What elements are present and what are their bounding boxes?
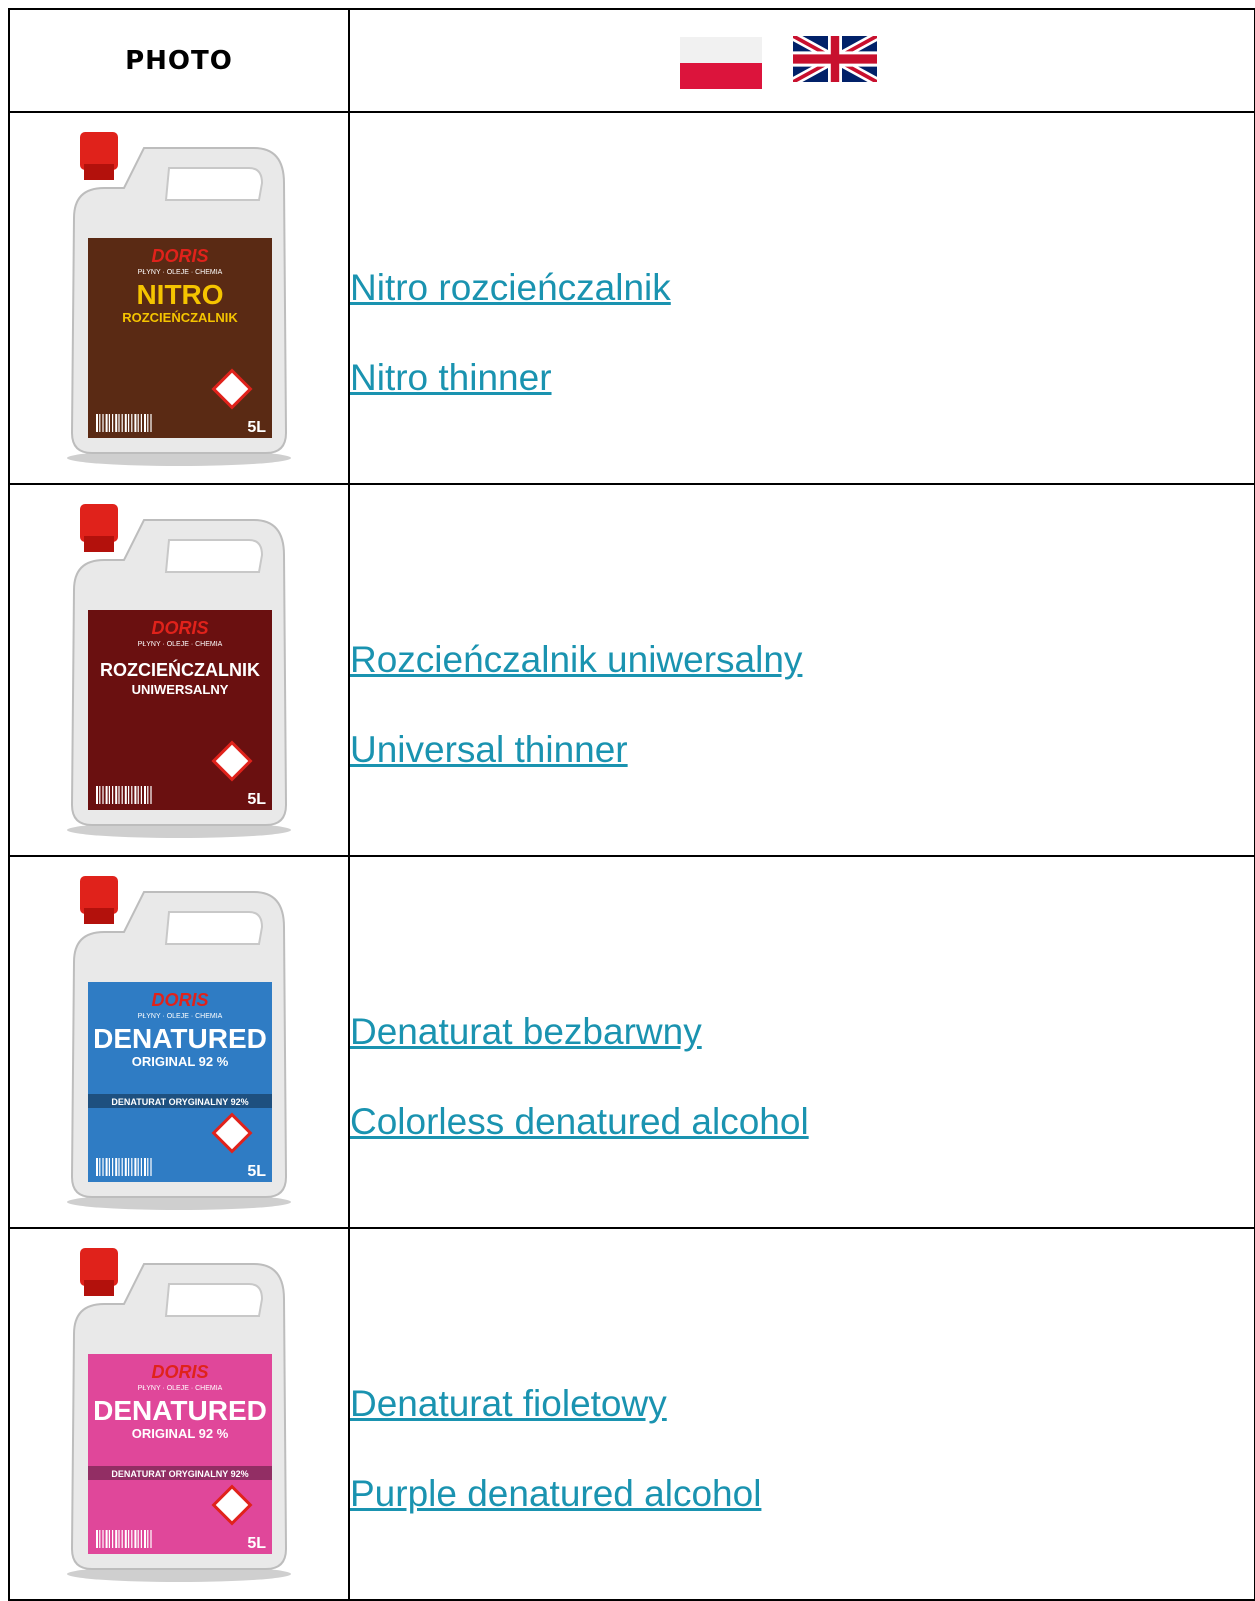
language-flags-header <box>348 8 1255 113</box>
label-tagline: PŁYNY · OLEJE · CHEMIA <box>138 641 223 648</box>
product-photo-cell: DORIS PŁYNY · OLEJE · CHEMIA DENATURED ORIG… <box>8 855 350 1229</box>
product-link-polish[interactable]: Denaturat bezbarwny <box>350 1011 1254 1054</box>
product-photo-cell: DORIS PŁYNY · OLEJE · CHEMIA DENATURED ORIG… <box>8 1227 350 1601</box>
product-row: DORIS PŁYNY · OLEJE · CHEMIA ROZCIEŃCZALNI… <box>8 483 1255 857</box>
label-title: DENATURED <box>93 1023 267 1054</box>
label-volume: 5L <box>247 419 266 436</box>
label-title: NITRO <box>136 279 223 310</box>
label-tagline: PŁYNY · OLEJE · CHEMIA <box>138 1385 223 1392</box>
product-canister-image: DORIS PŁYNY · OLEJE · CHEMIA ROZCIEŃCZALNI… <box>67 504 291 838</box>
product-canister-image: DORIS PŁYNY · OLEJE · CHEMIA NITROROZCIEŃC… <box>67 132 291 466</box>
header-row: PHOTO <box>8 8 1255 113</box>
product-names-cell: Nitro rozcieńczalnik Nitro thinner <box>348 111 1255 485</box>
label-brand: DORIS <box>151 246 208 266</box>
label-subtitle: ROZCIEŃCZALNIK <box>122 310 238 325</box>
product-link-polish[interactable]: Denaturat fioletowy <box>350 1383 1254 1426</box>
label-volume: 5L <box>247 791 266 808</box>
product-names-cell: Denaturat bezbarwny Colorless denatured a… <box>348 855 1255 1229</box>
product-link-english[interactable]: Purple denatured alcohol <box>350 1473 1254 1516</box>
label-brand: DORIS <box>151 1362 208 1382</box>
product-row: DORIS PŁYNY · OLEJE · CHEMIA NITRO ROZCIEŃC… <box>8 111 1255 485</box>
uk-flag-icon <box>793 36 877 82</box>
product-link-english[interactable]: Nitro thinner <box>350 357 1254 400</box>
label-subtitle: ORIGINAL 92 % <box>132 1054 229 1069</box>
label-band: DENATURAT ORYGINALNY 92% <box>111 1469 248 1479</box>
product-canister-image: DORIS PŁYNY · OLEJE · CHEMIA DENATUREDORIG… <box>67 876 291 1210</box>
label-subtitle: ORIGINAL 92 % <box>132 1426 229 1441</box>
product-names-cell: Denaturat fioletowy Purple denatured alco… <box>348 1227 1255 1601</box>
label-tagline: PŁYNY · OLEJE · CHEMIA <box>138 269 223 276</box>
label-brand: DORIS <box>151 618 208 638</box>
product-row: DORIS PŁYNY · OLEJE · CHEMIA DENATURED ORIG… <box>8 1227 1255 1601</box>
label-volume: 5L <box>247 1535 266 1552</box>
product-link-polish[interactable]: Nitro rozcieńczalnik <box>350 267 1254 310</box>
label-title: ROZCIEŃCZALNIK <box>100 659 260 680</box>
label-tagline: PŁYNY · OLEJE · CHEMIA <box>138 1013 223 1020</box>
product-photo-cell: DORIS PŁYNY · OLEJE · CHEMIA ROZCIEŃCZALNI… <box>8 483 350 857</box>
label-title: DENATURED <box>93 1395 267 1426</box>
label-subtitle: UNIWERSALNY <box>132 682 229 697</box>
label-brand: DORIS <box>151 990 208 1010</box>
product-link-polish[interactable]: Rozcieńczalnik uniwersalny <box>350 639 1254 682</box>
product-names-cell: Rozcieńczalnik uniwersalny Universal thin… <box>348 483 1255 857</box>
products-table: PHOTO DORIS PŁYNY · OLEJE · CHEMIA NITRO RO… <box>8 8 1255 1601</box>
product-photo-cell: DORIS PŁYNY · OLEJE · CHEMIA NITRO ROZCIEŃC… <box>8 111 350 485</box>
product-row: DORIS PŁYNY · OLEJE · CHEMIA DENATURED ORIG… <box>8 855 1255 1229</box>
label-band: DENATURAT ORYGINALNY 92% <box>111 1097 248 1107</box>
photo-column-header: PHOTO <box>8 8 350 113</box>
product-canister-image: DORIS PŁYNY · OLEJE · CHEMIA DENATUREDORIG… <box>67 1248 291 1582</box>
poland-flag-icon <box>680 37 762 89</box>
label-volume: 5L <box>247 1163 266 1180</box>
product-link-english[interactable]: Universal thinner <box>350 729 1254 772</box>
product-link-english[interactable]: Colorless denatured alcohol <box>350 1101 1254 1144</box>
